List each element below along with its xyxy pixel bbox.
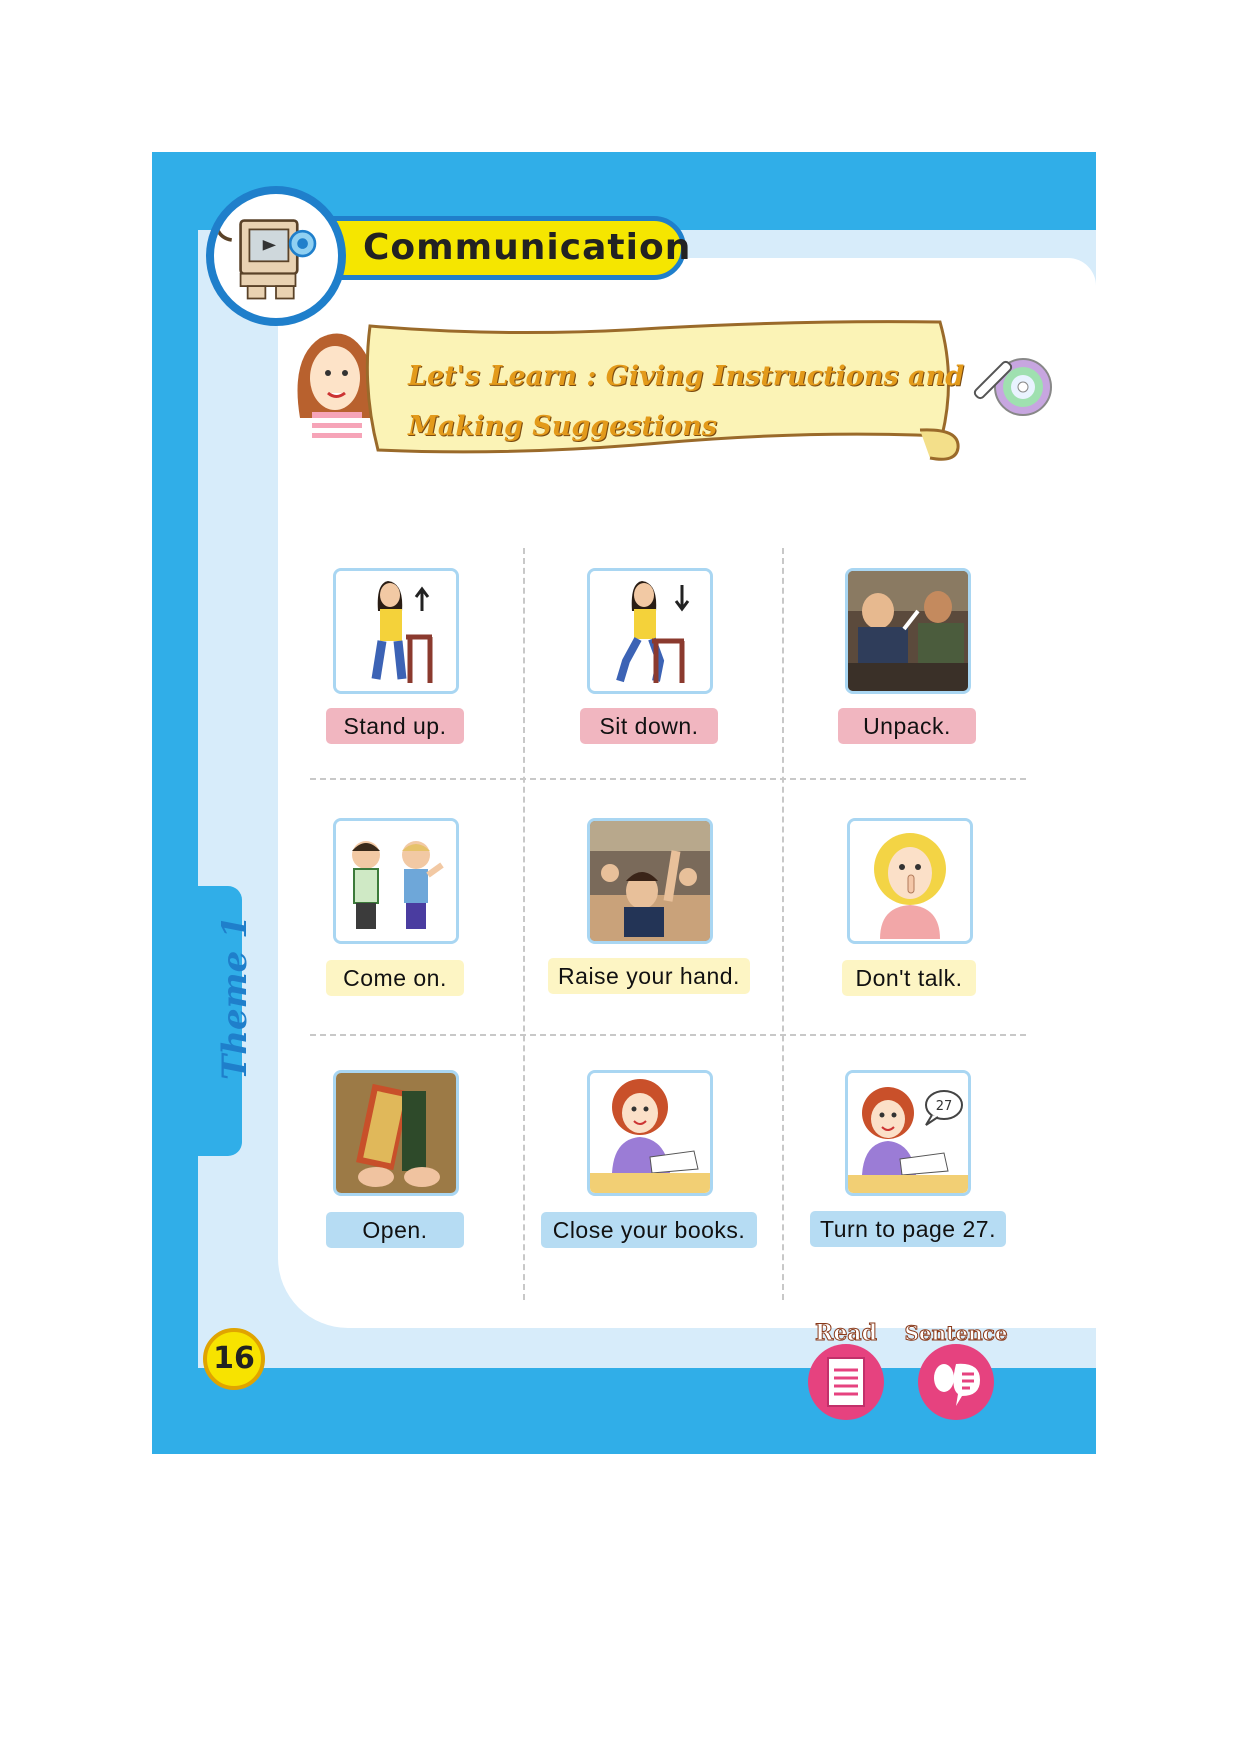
girl-standing-up-picture [333,568,459,694]
lesson-banner-line-2: Making Suggestions [408,411,718,442]
read-icon-label: Read [815,1320,877,1346]
caption-sit-down: Sit down. [580,708,718,744]
girl-closing-book-picture [587,1070,713,1196]
sentence-icon[interactable]: Sentence [900,1318,1010,1424]
caption-close-your-books: Close your books. [541,1212,757,1248]
two-boys-picture [333,818,459,944]
lesson-banner-title: Let's Learn : Giving Instructions and Ma… [408,352,968,452]
caption-come-on: Come on. [326,960,464,996]
section-title: Communication [363,227,692,268]
page-number: 16 [203,1328,265,1390]
raise-hand-photo [587,818,713,944]
theme-label: Theme 1 [215,915,255,1080]
lesson-banner-line-1: Let's Learn : Giving Instructions and [408,361,965,392]
read-icon[interactable]: Read [798,1318,894,1424]
open-book-photo [333,1070,459,1196]
grid-divider [310,778,1026,780]
girl-sitting-down-picture [587,568,713,694]
caption-raise-your-hand: Raise your hand. [548,958,750,994]
grid-divider [310,1034,1026,1036]
caption-dont-talk: Don't talk. [842,960,976,996]
grid-divider [782,548,784,1300]
section-title-pill: Communication [300,216,690,280]
classroom-unpack-photo [845,568,971,694]
girl-page-27-picture: 27 [845,1070,971,1196]
computer-mascot-icon [206,186,346,326]
girl-finger-on-lips-picture [847,818,973,944]
caption-unpack: Unpack. [838,708,976,744]
caption-turn-to-page-27: Turn to page 27. [810,1211,1006,1247]
sentence-icon-label: Sentence [904,1321,1007,1345]
caption-open: Open. [326,1212,464,1248]
grid-divider [523,548,525,1300]
audio-pen-cd-icon[interactable] [968,345,1058,425]
speech-bubble-page-number: 27 [936,1099,953,1114]
caption-stand-up: Stand up. [326,708,464,744]
